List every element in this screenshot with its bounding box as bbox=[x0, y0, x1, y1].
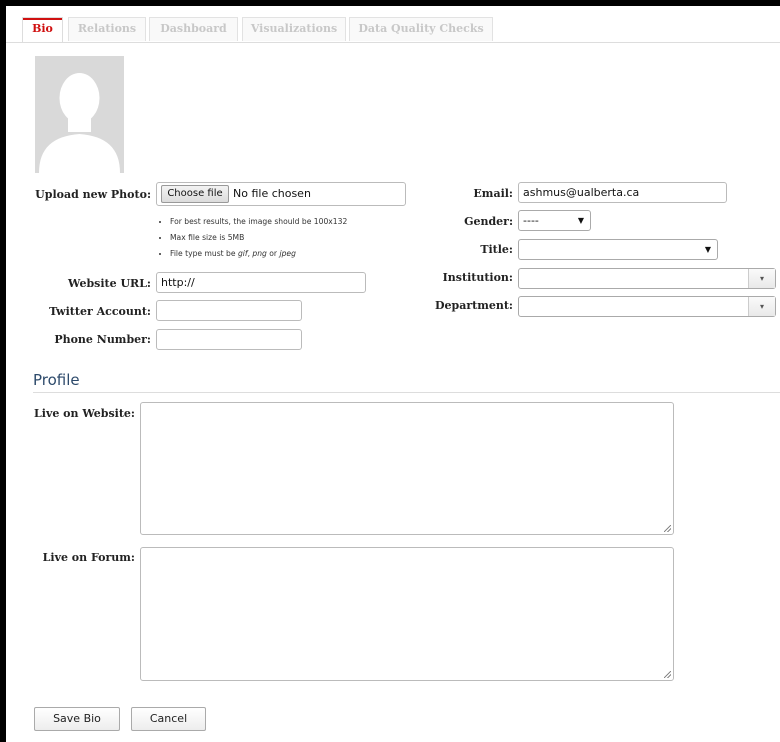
tab-relations[interactable]: Relations bbox=[68, 17, 146, 41]
photo-file-input[interactable]: Choose file No file chosen bbox=[156, 182, 406, 206]
upload-photo-label: Upload new Photo: bbox=[35, 188, 151, 201]
dropdown-arrow-icon: ▼ bbox=[577, 216, 584, 225]
live-on-forum-label: Live on Forum: bbox=[42, 551, 135, 564]
choose-file-button[interactable]: Choose file bbox=[161, 185, 229, 203]
live-on-website-textarea[interactable] bbox=[140, 402, 674, 535]
tab-bio[interactable]: Bio bbox=[22, 17, 63, 42]
tab-dashboard[interactable]: Dashboard bbox=[149, 17, 238, 41]
photo-hint: For best results, the image should be 10… bbox=[170, 214, 347, 230]
photo-hint: Max file size is 5MB bbox=[170, 230, 347, 246]
twitter-account-label: Twitter Account: bbox=[49, 305, 151, 318]
save-bio-button[interactable]: Save Bio bbox=[34, 707, 120, 731]
phone-number-label: Phone Number: bbox=[54, 333, 151, 346]
tab-bar: Bio Relations Dashboard Visualizations D… bbox=[6, 6, 780, 43]
tab-data-quality-checks[interactable]: Data Quality Checks bbox=[349, 17, 493, 41]
resize-handle-icon[interactable] bbox=[664, 525, 671, 532]
avatar bbox=[35, 56, 124, 173]
title-label: Title: bbox=[480, 243, 513, 256]
email-label: Email: bbox=[473, 187, 513, 200]
live-on-forum-textarea[interactable] bbox=[140, 547, 674, 681]
photo-hints-list: For best results, the image should be 10… bbox=[160, 214, 347, 262]
dropdown-arrow-icon: ▼ bbox=[704, 245, 711, 254]
title-select[interactable]: ▼ bbox=[518, 239, 718, 260]
profile-section-title: Profile bbox=[33, 371, 80, 389]
section-divider bbox=[33, 392, 780, 393]
file-status-text: No file chosen bbox=[233, 187, 311, 200]
gender-select[interactable]: ---- ▼ bbox=[518, 210, 591, 231]
combobox-toggle-icon[interactable]: ▾ bbox=[748, 269, 775, 288]
department-label: Department: bbox=[434, 299, 513, 312]
tab-visualizations[interactable]: Visualizations bbox=[242, 17, 346, 41]
gender-selected-value: ---- bbox=[523, 214, 539, 227]
gender-label: Gender: bbox=[464, 215, 513, 228]
website-url-input[interactable]: http:// bbox=[156, 272, 366, 293]
photo-hint: File type must be gif, png or jpeg bbox=[170, 246, 347, 262]
cancel-button[interactable]: Cancel bbox=[131, 707, 206, 731]
institution-combobox[interactable]: ▾ bbox=[518, 268, 776, 289]
resize-handle-icon[interactable] bbox=[664, 671, 671, 678]
email-input[interactable]: ashmus@ualberta.ca bbox=[518, 182, 727, 203]
combobox-toggle-icon[interactable]: ▾ bbox=[748, 297, 775, 316]
twitter-account-input[interactable] bbox=[156, 300, 302, 321]
live-on-website-label: Live on Website: bbox=[34, 407, 135, 420]
avatar-placeholder-icon bbox=[35, 56, 124, 173]
phone-number-input[interactable] bbox=[156, 329, 302, 350]
institution-label: Institution: bbox=[442, 271, 513, 284]
department-combobox[interactable]: ▾ bbox=[518, 296, 776, 317]
website-url-label: Website URL: bbox=[68, 277, 151, 290]
